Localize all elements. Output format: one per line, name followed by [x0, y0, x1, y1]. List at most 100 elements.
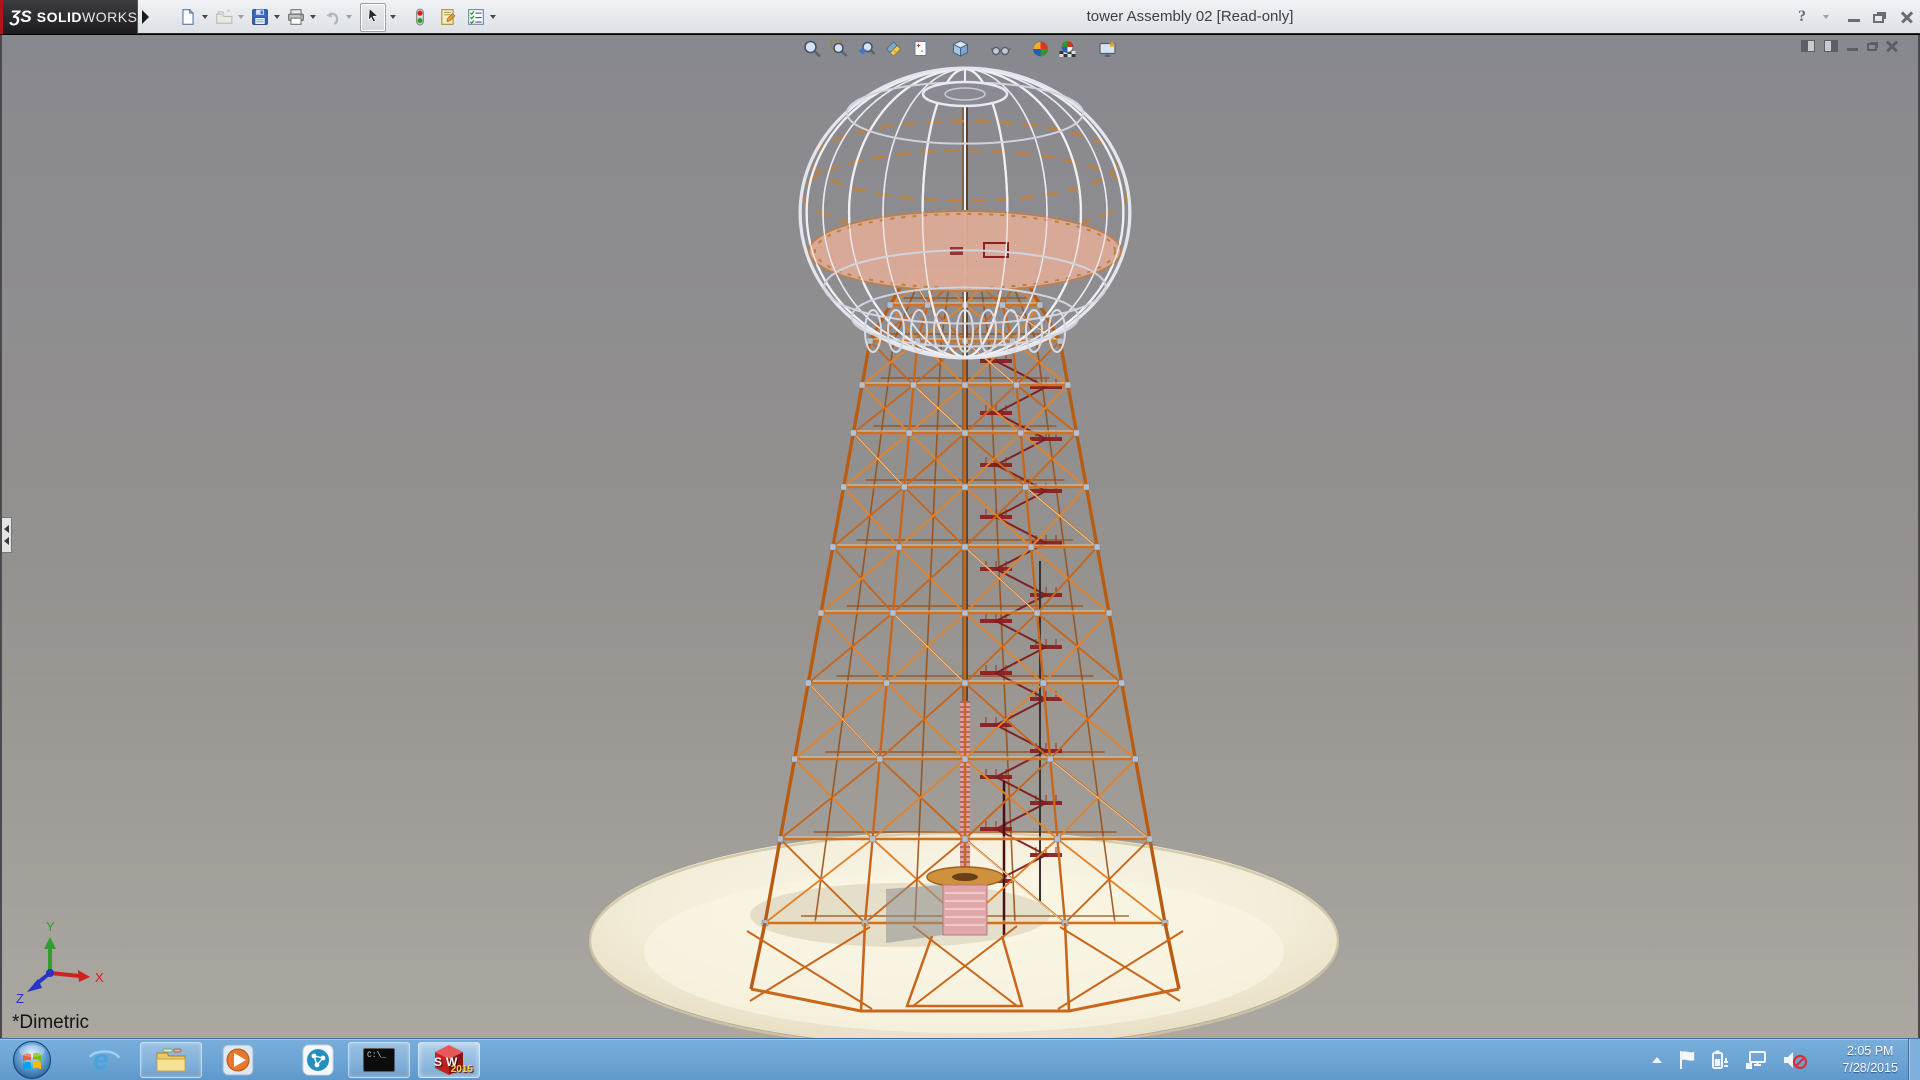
pane-left-icon[interactable] — [1801, 40, 1815, 52]
save-button[interactable] — [250, 6, 270, 28]
brand-bold: SOLID — [37, 9, 82, 25]
window-title: tower Assembly 02 [Read-only] — [1087, 8, 1294, 25]
file-properties-icon — [439, 8, 457, 26]
svg-text:Z: Z — [16, 991, 24, 1006]
view-orientation-button[interactable] — [949, 37, 973, 61]
close-button[interactable] — [1900, 11, 1914, 23]
new-button[interactable] — [178, 6, 198, 28]
print-button[interactable] — [286, 6, 306, 28]
media-player-icon — [222, 1044, 254, 1076]
new-dropdown[interactable] — [202, 15, 208, 19]
molecule-app-icon — [302, 1044, 334, 1076]
windows-start-icon — [12, 1040, 52, 1080]
open-button[interactable] — [214, 6, 234, 28]
new-document-icon — [179, 8, 197, 26]
file-properties-button[interactable] — [438, 6, 458, 28]
annotation-views-button[interactable]: +- — [909, 37, 933, 61]
taskbar-molecule-app[interactable] — [298, 1042, 338, 1078]
graphics-area[interactable]: +- — [0, 35, 1920, 1038]
svg-text:+: + — [917, 43, 921, 50]
zoom-to-fit-icon — [803, 39, 823, 59]
select-dropdown[interactable] — [390, 15, 396, 19]
undo-button[interactable] — [322, 6, 342, 28]
logo-accent — [0, 0, 3, 34]
view-orientation-label: *Dimetric — [12, 1012, 89, 1034]
solidworks-menu-logo[interactable]: ƷS SOLIDWORKS — [0, 0, 138, 34]
section-view-button[interactable] — [882, 37, 906, 61]
printer-icon — [287, 8, 305, 26]
previous-view-button[interactable] — [855, 37, 879, 61]
open-folder-icon — [215, 8, 233, 26]
solidworks-logo-icon: ƷS — [10, 7, 32, 27]
doc-minimize-button[interactable] — [1847, 42, 1858, 51]
show-desktop-button[interactable] — [1908, 1039, 1920, 1080]
options-dropdown[interactable] — [490, 15, 496, 19]
save-floppy-icon — [251, 8, 269, 26]
help-icon[interactable]: ? — [1798, 8, 1806, 26]
svg-text:Y: Y — [46, 919, 55, 934]
tower-assembly-model[interactable] — [2, 35, 1918, 1038]
network-icon[interactable] — [1745, 1049, 1769, 1071]
command-prompt-icon: C:\_ — [363, 1048, 395, 1072]
system-tray — [1650, 1039, 1808, 1080]
annotation-views-icon: +- — [911, 39, 931, 59]
taskbar-media-player[interactable] — [218, 1042, 258, 1078]
power-plug-icon[interactable] — [1710, 1049, 1732, 1071]
window-controls: ? — [1798, 0, 1914, 34]
hide-show-items-button[interactable] — [989, 37, 1013, 61]
select-tool-button[interactable] — [360, 3, 386, 32]
restore-button[interactable] — [1873, 14, 1884, 23]
scene-ball-icon — [1058, 39, 1078, 59]
taskbar-internet-explorer[interactable]: e — [84, 1042, 124, 1078]
undo-dropdown[interactable] — [346, 15, 352, 19]
doc-close-button[interactable] — [1886, 40, 1898, 52]
orientation-triad: Y X Z — [4, 915, 114, 1015]
collapse-arrow-icon — [4, 537, 9, 545]
taskbar-windows-explorer[interactable] — [140, 1042, 202, 1078]
help-dropdown[interactable] — [1823, 15, 1829, 19]
internet-explorer-icon: e — [87, 1043, 121, 1077]
taskbar-solidworks[interactable]: SW 2015 — [418, 1042, 480, 1078]
doc-restore-button[interactable] — [1867, 43, 1877, 51]
volume-muted-icon[interactable] — [1782, 1049, 1808, 1071]
zoom-to-area-icon — [830, 39, 850, 59]
rebuild-button[interactable] — [410, 6, 430, 28]
undo-icon — [323, 8, 341, 26]
select-cursor-icon — [365, 7, 381, 23]
taskbar: e C:\_ — [0, 1038, 1920, 1080]
options-list-icon — [467, 8, 485, 26]
print-dropdown[interactable] — [310, 15, 316, 19]
view-cube-icon — [951, 39, 971, 59]
sw-year-badge: 2015 — [451, 1064, 473, 1075]
view-settings-icon — [1098, 39, 1118, 59]
zoom-to-area-button[interactable] — [828, 37, 852, 61]
section-view-icon — [884, 39, 904, 59]
start-button[interactable] — [12, 1040, 52, 1080]
document-window-controls — [1801, 40, 1898, 52]
options-button[interactable] — [466, 6, 486, 28]
save-dropdown[interactable] — [274, 15, 280, 19]
edit-appearance-button[interactable] — [1029, 37, 1053, 61]
taskbar-clock[interactable]: 2:05 PM 7/28/2015 — [1842, 1039, 1898, 1080]
svg-text:e: e — [93, 1044, 109, 1075]
apply-scene-button[interactable] — [1056, 37, 1080, 61]
minimize-button[interactable] — [1848, 12, 1860, 22]
title-bar: ƷS SOLIDWORKS — [0, 0, 1920, 34]
taskbar-command-prompt[interactable]: C:\_ — [348, 1042, 410, 1078]
open-dropdown[interactable] — [238, 15, 244, 19]
view-settings-button[interactable] — [1096, 37, 1120, 61]
show-hidden-icons[interactable] — [1650, 1054, 1664, 1066]
headsup-view-toolbar: +- — [801, 37, 1120, 61]
desktop: ƷS SOLIDWORKS — [0, 0, 1920, 1080]
clock-time: 2:05 PM — [1847, 1043, 1894, 1060]
brand-light: WORKS — [82, 9, 137, 25]
zoom-to-fit-button[interactable] — [801, 37, 825, 61]
standard-toolbar — [178, 3, 502, 31]
eyeglasses-icon — [991, 39, 1011, 59]
action-center-flag-icon[interactable] — [1677, 1049, 1697, 1071]
menu-expand-icon[interactable] — [142, 10, 149, 24]
pane-right-icon[interactable] — [1824, 40, 1838, 52]
feature-manager-collapse-tab[interactable] — [2, 517, 12, 553]
svg-text:X: X — [95, 970, 104, 985]
folder-icon — [155, 1046, 187, 1074]
